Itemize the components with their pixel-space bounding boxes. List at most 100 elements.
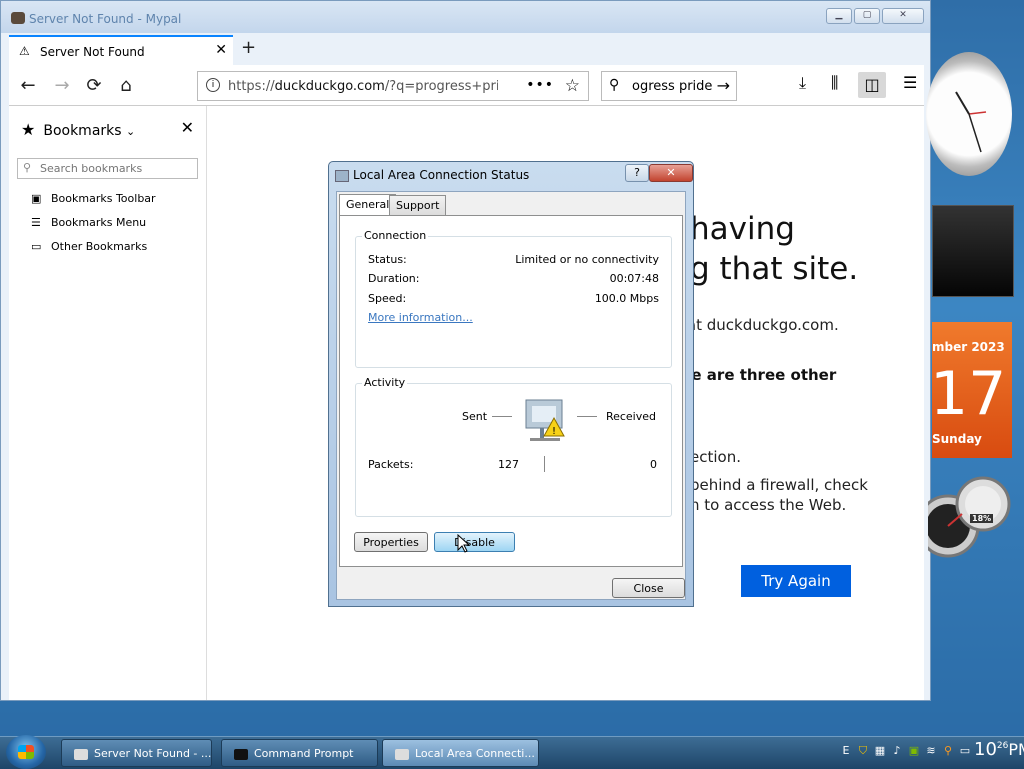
sidebar-header[interactable]: ★ Bookmarks ⌄: [21, 120, 135, 139]
star-icon: ★: [21, 120, 36, 139]
wifi-icon[interactable]: ≋: [925, 745, 937, 757]
search-value[interactable]: ogress pride: [632, 79, 712, 94]
duration-value: 00:07:48: [609, 272, 659, 285]
info-icon[interactable]: i: [206, 78, 220, 92]
browser-icon: [74, 748, 88, 760]
black-gadget[interactable]: [932, 205, 1014, 297]
duration-row: Duration: 00:07:48: [368, 272, 659, 285]
library-icon[interactable]: ⫼: [831, 73, 838, 93]
dialog-close-icon[interactable]: ✕: [649, 164, 693, 182]
search-bar[interactable]: ⚲ ogress pride →: [601, 71, 737, 101]
back-button[interactable]: ←: [15, 73, 41, 99]
tab-label: Server Not Found: [40, 45, 145, 59]
taskbar-item-command-prompt[interactable]: Command Prompt: [221, 739, 378, 767]
tab-bar: ⚠ Server Not Found ✕ +: [9, 33, 924, 65]
connection-label: Connection: [362, 229, 429, 242]
network-status-icon[interactable]: ▣: [908, 745, 920, 757]
display-icon[interactable]: ▭: [959, 745, 971, 757]
calendar-weekday: Sunday: [932, 432, 982, 446]
network-icon: [395, 748, 409, 760]
forward-button[interactable]: →: [49, 73, 75, 99]
clock-hands-icon: [955, 91, 987, 153]
connection-group: Connection Status: Limited or no connect…: [355, 229, 672, 368]
system-tray: E ⛉ ▦ ♪ ▣ ≋ ⚲ ▭: [840, 745, 971, 757]
windows-logo-icon: [18, 745, 34, 759]
chevron-down-icon: ⌄: [126, 125, 136, 138]
taskbar-item-browser[interactable]: Server Not Found - ...: [61, 739, 212, 767]
close-tab-icon[interactable]: ✕: [215, 42, 227, 58]
calendar-gadget[interactable]: mber 2023 17 Sunday: [930, 322, 1012, 458]
mouse-cursor-icon: [457, 534, 471, 553]
error-title-line1: having: [690, 211, 795, 247]
sidebar-item-bookmarks-menu[interactable]: ☰ Bookmarks Menu: [31, 216, 146, 229]
error-title-line2: g that site.: [690, 251, 859, 287]
network-tray-icon[interactable]: ▦: [874, 745, 886, 757]
taskbar: Server Not Found - ... Command Prompt Lo…: [0, 735, 1024, 769]
volume-icon[interactable]: ♪: [891, 745, 903, 757]
taskbar-item-connection-status[interactable]: Local Area Connecti...: [382, 739, 539, 767]
packets-label: Packets:: [368, 458, 414, 471]
menu-icon[interactable]: ☰: [903, 73, 917, 92]
dialog-title: Local Area Connection Status: [353, 168, 530, 182]
nav-bar: ← → ⟳ ⌂ i https://duckduckgo.com/?q=prog…: [9, 65, 924, 106]
status-row: Status: Limited or no connectivity: [368, 253, 659, 266]
close-sidebar-icon[interactable]: ✕: [181, 118, 194, 137]
close-window-button[interactable]: ✕: [882, 8, 924, 24]
bookmark-star-icon[interactable]: ☆: [565, 76, 580, 96]
cpu-meter-gadget[interactable]: 18%: [916, 474, 1018, 570]
tab-general[interactable]: General: [339, 194, 397, 216]
sidebar-toggle-icon[interactable]: ◫: [858, 72, 886, 98]
error-text-4b: n to access the Web.: [690, 496, 847, 514]
error-text-1: r at duckduckgo.com.: [676, 316, 839, 334]
error-text-2: re are three other: [684, 366, 837, 384]
activity-label: Activity: [362, 376, 408, 389]
received-label: Received: [605, 410, 656, 423]
maximize-button[interactable]: ▢: [854, 8, 880, 24]
speed-row: Speed: 100.0 Mbps: [368, 292, 659, 305]
received-line: [577, 416, 597, 417]
terminal-icon: [234, 748, 248, 760]
activity-group: Activity Sent ! Received Packets: 127 0: [355, 376, 672, 517]
packets-received: 0: [650, 458, 657, 471]
properties-button[interactable]: Properties: [354, 532, 428, 552]
sidebar-item-bookmarks-toolbar[interactable]: ▣ Bookmarks Toolbar: [31, 192, 156, 205]
page-actions-icon[interactable]: •••: [526, 77, 554, 93]
language-indicator[interactable]: E: [840, 745, 852, 757]
folder-icon: ▭: [31, 240, 42, 253]
tab-server-not-found[interactable]: ⚠ Server Not Found ✕: [9, 35, 233, 65]
reload-button[interactable]: ⟳: [81, 73, 107, 99]
packets-divider: [544, 456, 545, 472]
home-button[interactable]: ⌂: [113, 73, 139, 99]
sent-label: Sent: [462, 410, 488, 423]
new-tab-button[interactable]: +: [241, 37, 256, 58]
download-icon[interactable]: ⤓: [799, 73, 806, 93]
help-button[interactable]: ?: [625, 164, 649, 182]
minimize-button[interactable]: ▁: [826, 8, 852, 24]
network-icon: [335, 170, 349, 182]
magnifier-icon[interactable]: ⚲: [942, 745, 954, 757]
close-button[interactable]: Close: [612, 578, 685, 598]
sidebar-item-other-bookmarks[interactable]: ▭ Other Bookmarks: [31, 240, 147, 253]
search-bookmarks-input[interactable]: [38, 161, 192, 176]
try-again-button[interactable]: Try Again: [741, 565, 851, 597]
url-text[interactable]: https://duckduckgo.com/?q=progress+pride…: [228, 79, 498, 94]
more-information-link[interactable]: More information...: [368, 311, 473, 324]
taskbar-clock[interactable]: 1026PM: [974, 739, 1024, 760]
tab-support[interactable]: Support: [389, 195, 447, 215]
bookmarks-sidebar: ★ Bookmarks ⌄ ✕ ⚲ ▣Bookmarks Toolbar ☰Boo…: [9, 106, 207, 700]
title-bar[interactable]: Server Not Found - Mypal ▁ ▢ ✕: [1, 1, 930, 33]
packets-sent: 127: [498, 458, 519, 471]
start-button[interactable]: [6, 735, 46, 769]
search-bookmarks-field[interactable]: ⚲: [17, 158, 198, 179]
calendar-day: 17: [930, 359, 1007, 429]
url-bar[interactable]: i https://duckduckgo.com/?q=progress+pri…: [197, 71, 589, 101]
bookmark-menu-icon: ☰: [31, 216, 41, 229]
clock-gadget[interactable]: [926, 52, 1012, 176]
security-shield-icon[interactable]: ⛉: [857, 745, 869, 757]
dialog-body: General Support Connection Status: Limit…: [336, 191, 686, 600]
network-activity-icon: !: [525, 399, 565, 441]
connection-status-dialog: Local Area Connection Status ? ✕ General…: [328, 161, 694, 607]
svg-text:!: !: [552, 426, 556, 437]
disable-button[interactable]: Disable: [434, 532, 515, 552]
search-go-icon[interactable]: →: [717, 76, 730, 95]
